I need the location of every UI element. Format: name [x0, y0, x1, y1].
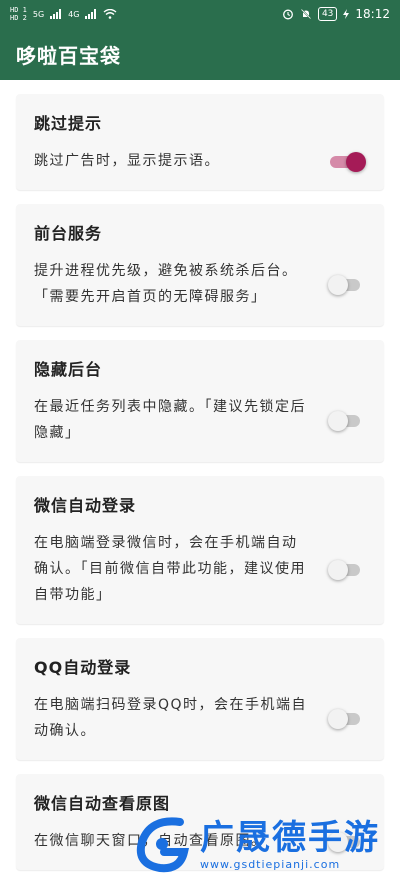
sim-indicator: HD 1 HD 2 [10, 6, 27, 22]
signal-1-label: 5G [32, 9, 45, 19]
setting-title: 微信自动登录 [34, 496, 137, 515]
setting-description: 在电脑端扫码登录QQ时，会在手机端自动确认。 [34, 697, 308, 739]
mute-bell-icon [300, 8, 312, 20]
site-watermark: 广晟德手游 www.gsdtiepianji.com [130, 800, 400, 888]
wechat-auto-login-toggle[interactable] [328, 560, 364, 580]
setting-card-hide-background: 隐藏后台 在最近任务列表中隐藏。「建议先锁定后隐藏」 [16, 340, 384, 462]
setting-title: 跳过提示 [34, 114, 103, 133]
foreground-service-toggle[interactable] [328, 275, 364, 295]
setting-title: 前台服务 [34, 224, 103, 243]
skip-hint-toggle[interactable] [328, 152, 366, 172]
signal-2-label: 4G [68, 9, 80, 19]
setting-description: 在最近任务列表中隐藏。「建议先锁定后隐藏」 [34, 399, 306, 441]
hide-background-toggle[interactable] [328, 411, 364, 431]
app-bar: 哆啦百宝袋 [0, 28, 400, 80]
watermark-name: 广晟德手游 [200, 817, 380, 858]
watermark-logo-icon [136, 817, 189, 873]
clock: 18:12 [355, 7, 390, 21]
qq-auto-login-toggle[interactable] [328, 709, 364, 729]
setting-card-wechat-auto-login: 微信自动登录 在电脑端登录微信时，会在手机端自动确认。「目前微信自带此功能，建议… [16, 476, 384, 624]
settings-list[interactable]: 跳过提示 跳过广告时，显示提示语。 前台服务 提升进程优先级，避免被系统杀后台。… [0, 80, 400, 888]
setting-description: 提升进程优先级，避免被系统杀后台。「需要先开启首页的无障碍服务」 [34, 263, 298, 305]
sim-1-label: HD 1 [10, 6, 27, 14]
battery-level: 43 [317, 7, 338, 21]
signal-bars-icon [50, 9, 62, 19]
setting-title: 隐藏后台 [34, 360, 103, 379]
alarm-icon [283, 9, 293, 20]
status-bar: HD 1 HD 2 5G 4G 43 18:12 [0, 0, 400, 28]
setting-card-qq-auto-login: QQ自动登录 在电脑端扫码登录QQ时，会在手机端自动确认。 [16, 638, 384, 760]
status-right: 43 18:12 [282, 7, 390, 21]
app-title: 哆啦百宝袋 [16, 43, 121, 68]
setting-description: 跳过广告时，显示提示语。 [34, 153, 220, 169]
setting-description: 在电脑端登录微信时，会在手机端自动确认。「目前微信自带此功能，建议使用自带功能」 [34, 535, 306, 603]
setting-title: QQ自动登录 [34, 658, 132, 677]
charging-icon [343, 9, 350, 19]
signal-bars-icon [85, 9, 97, 19]
setting-card-skip-hint: 跳过提示 跳过广告时，显示提示语。 [16, 94, 384, 190]
wifi-icon [104, 9, 117, 19]
status-left: HD 1 HD 2 5G 4G [10, 6, 117, 22]
setting-card-foreground-service: 前台服务 提升进程优先级，避免被系统杀后台。「需要先开启首页的无障碍服务」 [16, 204, 384, 326]
sim-2-label: HD 2 [10, 14, 27, 22]
watermark-url: www.gsdtiepianji.com [200, 857, 341, 871]
